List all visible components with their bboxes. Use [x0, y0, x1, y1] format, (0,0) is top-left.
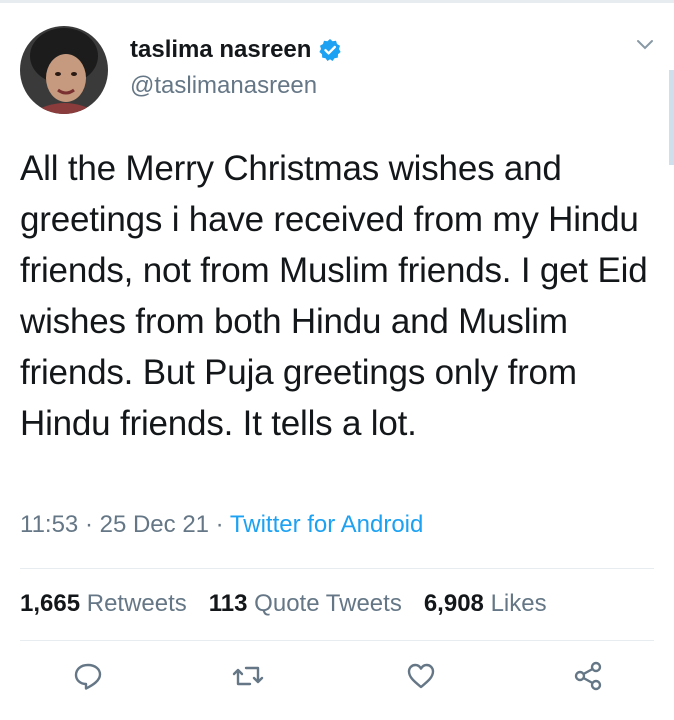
quote-tweets-label: Quote Tweets — [254, 590, 402, 617]
retweets-count: 1,665 — [20, 590, 81, 617]
tweet-time[interactable]: 11:53 — [20, 511, 78, 538]
author-handle[interactable]: @taslimanasreen — [130, 72, 342, 100]
retweets-label: Retweets — [86, 590, 187, 617]
tweet-metadata: 11:53 · 25 Dec 21 · Twitter for Android — [20, 511, 423, 539]
retweet-icon[interactable] — [232, 660, 264, 692]
likes-label: Likes — [490, 590, 547, 617]
avatar[interactable] — [20, 26, 108, 114]
scrollbar[interactable] — [669, 70, 674, 165]
tweet-source-link[interactable]: Twitter for Android — [230, 511, 423, 538]
quote-tweets-stat[interactable]: 113 Quote Tweets — [209, 590, 402, 618]
tweet-header: taslima nasreen @taslimanasreen — [20, 26, 660, 116]
chevron-down-icon[interactable] — [636, 38, 654, 52]
verified-badge-icon — [318, 38, 342, 62]
retweets-stat[interactable]: 1,665 Retweets — [20, 590, 187, 618]
heart-icon[interactable] — [405, 660, 437, 692]
meta-separator: · — [209, 511, 230, 538]
likes-stat[interactable]: 6,908 Likes — [424, 590, 547, 618]
author-info: taslima nasreen @taslimanasreen — [130, 36, 342, 100]
tweet-stats: 1,665 Retweets 113 Quote Tweets 6,908 Li… — [20, 590, 547, 618]
meta-separator: · — [78, 511, 100, 538]
tweet-actions — [0, 660, 674, 700]
top-divider — [0, 0, 674, 3]
share-icon[interactable] — [572, 660, 604, 692]
divider — [20, 568, 654, 569]
tweet-date[interactable]: 25 Dec 21 — [100, 511, 209, 538]
author-display-name[interactable]: taslima nasreen — [130, 36, 311, 64]
reply-icon[interactable] — [72, 660, 104, 692]
quote-tweets-count: 113 — [208, 590, 248, 617]
divider — [20, 640, 654, 641]
tweet-text: All the Merry Christmas wishes and greet… — [20, 149, 648, 443]
likes-count: 6,908 — [423, 590, 484, 617]
